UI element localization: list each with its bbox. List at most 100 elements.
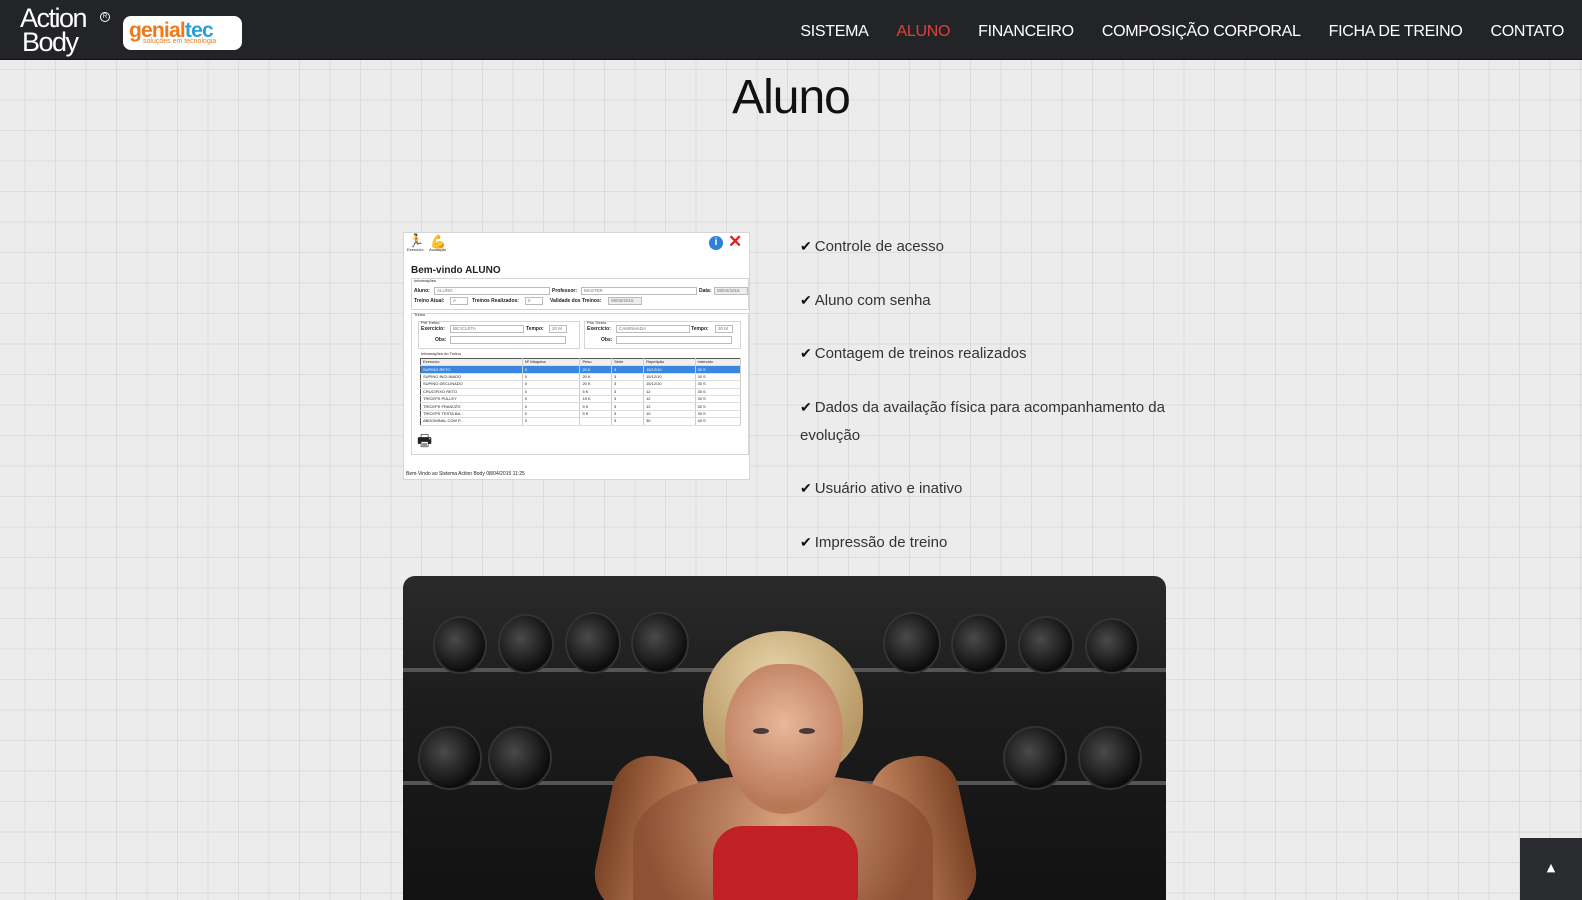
table-cell: 15/12/10 — [643, 365, 696, 374]
table-cell: 0 — [522, 365, 581, 374]
dumbbell — [498, 614, 554, 674]
table-header-cell: Repetição — [643, 358, 696, 367]
table-cell: 5 K — [579, 410, 613, 419]
table-cell: 30 S — [695, 402, 741, 411]
feature-text: Dados da availação física para acompanha… — [800, 398, 1165, 444]
pre-treino-title: Pré Treino — [421, 320, 440, 325]
screenshot-treino-title: Treino — [414, 312, 426, 317]
professor-label: Professor: — [552, 288, 578, 294]
screenshot-welcome: Bem-vindo ALUNO — [411, 265, 501, 276]
table-cell: 20 K — [579, 380, 613, 389]
table-cell: 15 K — [579, 395, 613, 404]
nav-contato[interactable]: CONTATO — [1477, 0, 1582, 59]
table-cell: SUPINO RETO — [420, 365, 523, 374]
table-cell: 30 — [643, 417, 696, 426]
nav-ficha-de-treino[interactable]: FICHA DE TREINO — [1315, 0, 1477, 59]
nav-sistema[interactable]: SISTEMA — [786, 0, 882, 59]
feature-item: ✔ Controle de acesso — [800, 232, 1180, 261]
table-cell: 30 S — [695, 388, 741, 396]
data-label: Data: — [699, 288, 712, 294]
info-treino-title: Informações do Treino — [421, 351, 461, 356]
page-title: Aluno — [732, 71, 851, 124]
dumbbell — [883, 612, 941, 674]
table-cell: 10 — [643, 410, 696, 419]
registered-mark: R — [100, 12, 110, 22]
feature-text: Aluno com senha — [814, 291, 931, 309]
pos-obs-field — [616, 336, 732, 344]
table-cell: 20 K — [579, 373, 613, 382]
table-row: TRÍCEPS FRANCÊS 0 5 K 3 12 30 S — [420, 402, 741, 411]
logo-text-body: Body — [22, 27, 79, 57]
treino-atual-label: Treino Atual: — [414, 298, 445, 304]
navbar: Action Body R genialtec soluções em tecn… — [0, 0, 1582, 60]
printer-icon: 🖶 — [417, 433, 433, 450]
table-cell: 3 — [611, 417, 645, 426]
table-cell: 5 K — [579, 402, 613, 411]
photo-red-top — [713, 826, 858, 900]
table-cell: 0 — [522, 410, 581, 419]
table-cell: SUPINO INCLINADO — [420, 373, 523, 382]
back-to-top-button[interactable]: ▲ — [1520, 838, 1582, 900]
professor-field: MASTER — [581, 287, 697, 295]
table-cell: 0 — [522, 395, 581, 404]
info-icon: i — [709, 236, 723, 250]
table-cell: 20 K — [579, 365, 613, 374]
table-cell: 12 — [643, 388, 696, 396]
nav-composicao-corporal[interactable]: COMPOSIÇÃO CORPORAL — [1088, 0, 1315, 59]
table-row: SUPINO RETO 0 20 K 3 15/12/10 30 S — [420, 365, 741, 374]
nav-aluno[interactable]: ALUNO — [883, 0, 965, 59]
dumbbell — [1085, 618, 1139, 674]
table-row: SUPINO DECLINADO 0 20 K 3 15/12/10 30 S — [420, 380, 741, 389]
table-cell: 15/12/10 — [643, 373, 696, 382]
feature-item: ✔ Usuário ativo e inativo — [800, 474, 1180, 503]
table-cell: 0 — [522, 388, 581, 396]
table-header-cell: Série — [611, 358, 645, 367]
table-cell: TRÍCEPS TESTA BA... — [420, 410, 523, 419]
table-header-cell: Nº Máquina — [522, 358, 581, 367]
table-cell: 3 — [611, 365, 645, 374]
table-row: TRÍCEPS TESTA BA... 0 5 K 3 10 30 S — [420, 410, 741, 419]
table-cell: 30 S — [695, 410, 741, 419]
table-cell: 0 — [522, 380, 581, 389]
nav-financeiro[interactable]: FINANCEIRO — [964, 0, 1088, 59]
feature-text: Contagem de treinos realizados — [814, 345, 1027, 362]
table-cell: 30 S — [695, 380, 741, 389]
feature-text: Controle de acesso — [814, 238, 944, 255]
table-row: SUPINO INCLINADO 0 20 K 3 15/12/10 30 S — [420, 373, 741, 382]
genialtec-tagline: soluções em tecnologia — [143, 38, 217, 45]
photo-eye — [753, 728, 769, 734]
check-icon: ✔ — [800, 533, 812, 550]
pos-obs-label: Obs: — [601, 337, 613, 343]
feature-item: ✔ Aluno com senha — [800, 286, 1180, 315]
dumbbell — [631, 612, 689, 674]
pos-exercicio-field: CAMINHADA — [616, 325, 690, 333]
table-row: TRÍCEPS PULLEY 0 15 K 3 12 30 S — [420, 395, 741, 404]
genialtec-logo[interactable]: genialtec soluções em tecnologia — [123, 16, 242, 50]
pos-tempo-label: Tempo: — [691, 326, 709, 332]
table-cell: 5 K — [579, 388, 613, 396]
table-header-cell: Intervalo — [695, 358, 741, 367]
exercise-icon: 🏃 — [408, 233, 425, 248]
feature-list: ✔ Controle de acesso ✔ Aluno com senha ✔ Co… — [800, 232, 1180, 581]
photo-face — [725, 664, 843, 814]
table-cell: 3 — [611, 395, 645, 404]
action-body-logo[interactable]: Action Body R — [20, 4, 110, 58]
pre-obs-label: Obs: — [435, 337, 447, 343]
pos-tempo-field: 30 M — [715, 325, 733, 333]
dumbbell — [565, 612, 621, 674]
pre-obs-field — [450, 336, 566, 344]
table-header-cell: Exercício — [420, 358, 523, 367]
close-icon: ✕ — [728, 232, 743, 251]
validade-label: Validade dos Treinos: — [550, 298, 602, 304]
feature-item: ✔ Impressão de treino — [800, 528, 1180, 557]
treino-atual-field: A — [450, 297, 468, 305]
pre-exercicio-field: BICICLETA — [450, 325, 524, 333]
check-icon: ✔ — [800, 398, 812, 415]
table-cell: 15/12/10 — [643, 380, 696, 389]
data-field: 08/04/2015 — [714, 287, 748, 295]
table-cell: 30 S — [695, 365, 741, 374]
table-cell: CRUCIFIXO RETO — [420, 388, 523, 396]
aluno-label: Aluno: — [414, 288, 430, 294]
check-icon: ✔ — [800, 238, 812, 254]
app-screenshot: 🏃 💪 Exercício Avaliação i ✕ Bem-vindo AL… — [403, 232, 750, 480]
